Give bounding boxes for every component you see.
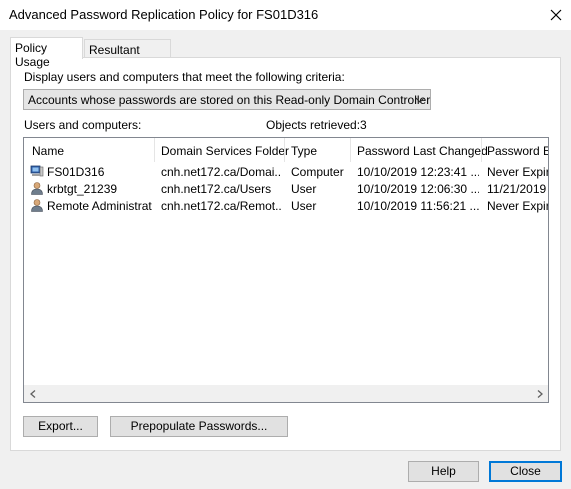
- window-title: Advanced Password Replication Policy for…: [9, 7, 319, 22]
- computer-icon: [30, 165, 44, 177]
- cell-password-expires: Never Expire: [487, 199, 548, 213]
- chevron-down-icon: [415, 97, 425, 103]
- column-header-password-changed[interactable]: Password Last Changed: [357, 144, 488, 158]
- users-computers-list[interactable]: Name Domain Services Folder Type Passwor…: [23, 137, 549, 403]
- cell-password-changed: 10/10/2019 12:23:41 ...: [357, 165, 479, 179]
- cell-folder: cnh.net172.ca/Remot...: [161, 199, 281, 213]
- tab-label: Policy Usage: [15, 41, 50, 69]
- cell-type: User: [291, 199, 317, 213]
- close-icon: [550, 9, 562, 21]
- help-button[interactable]: Help: [408, 461, 479, 482]
- column-header-name[interactable]: Name: [32, 144, 64, 158]
- cell-folder: cnh.net172.ca/Users: [161, 182, 272, 196]
- column-divider[interactable]: [481, 138, 482, 162]
- cell-name: FS01D316: [47, 165, 105, 179]
- cell-password-changed: 10/10/2019 12:06:30 ...: [357, 182, 479, 196]
- horizontal-scrollbar[interactable]: [24, 385, 548, 402]
- cell-folder: cnh.net172.ca/Domai...: [161, 165, 281, 179]
- chevron-left-icon: [29, 389, 35, 398]
- title-bar: Advanced Password Replication Policy for…: [0, 0, 571, 30]
- list-row[interactable]: FS01D316 cnh.net172.ca/Domai... Computer…: [24, 163, 548, 180]
- column-divider[interactable]: [350, 138, 351, 162]
- chevron-right-icon: [537, 389, 543, 398]
- user-icon: [31, 182, 43, 195]
- column-divider[interactable]: [154, 138, 155, 162]
- column-header-folder[interactable]: Domain Services Folder: [161, 144, 289, 158]
- list-row[interactable]: krbtgt_21239 cnh.net172.ca/Users User 10…: [24, 180, 548, 197]
- prepopulate-passwords-button[interactable]: Prepopulate Passwords...: [110, 416, 288, 437]
- list-row[interactable]: Remote Administrator cnh.net172.ca/Remot…: [24, 197, 548, 214]
- objects-retrieved-count: 3: [360, 118, 367, 132]
- cell-password-expires: 11/21/2019: [487, 182, 547, 196]
- scroll-right-button[interactable]: [531, 385, 548, 402]
- criteria-label: Display users and computers that meet th…: [24, 70, 345, 84]
- criteria-selected-value: Accounts whose passwords are stored on t…: [28, 93, 431, 107]
- close-window-button[interactable]: [542, 2, 570, 28]
- cell-name: krbtgt_21239: [47, 182, 118, 196]
- tab-resultant-policy[interactable]: Resultant Policy: [84, 39, 171, 71]
- criteria-dropdown[interactable]: Accounts whose passwords are stored on t…: [23, 89, 431, 110]
- column-header-type[interactable]: Type: [291, 144, 317, 158]
- tab-policy-usage[interactable]: Policy Usage: [10, 37, 83, 69]
- close-button[interactable]: Close: [489, 461, 562, 482]
- cell-type: User: [291, 182, 317, 196]
- export-button[interactable]: Export...: [23, 416, 98, 437]
- objects-retrieved-label: Objects retrieved:: [266, 118, 361, 132]
- scroll-left-button[interactable]: [24, 385, 41, 402]
- users-computers-label: Users and computers:: [24, 118, 142, 132]
- cell-type: Computer: [291, 165, 344, 179]
- user-icon: [31, 199, 43, 212]
- cell-password-expires: Never Expire: [487, 165, 548, 179]
- column-divider[interactable]: [284, 138, 285, 162]
- cell-name: Remote Administrator: [47, 199, 152, 213]
- column-header-password-expires[interactable]: Password Ex: [487, 144, 548, 158]
- cell-password-changed: 10/10/2019 11:56:21 ...: [357, 199, 479, 213]
